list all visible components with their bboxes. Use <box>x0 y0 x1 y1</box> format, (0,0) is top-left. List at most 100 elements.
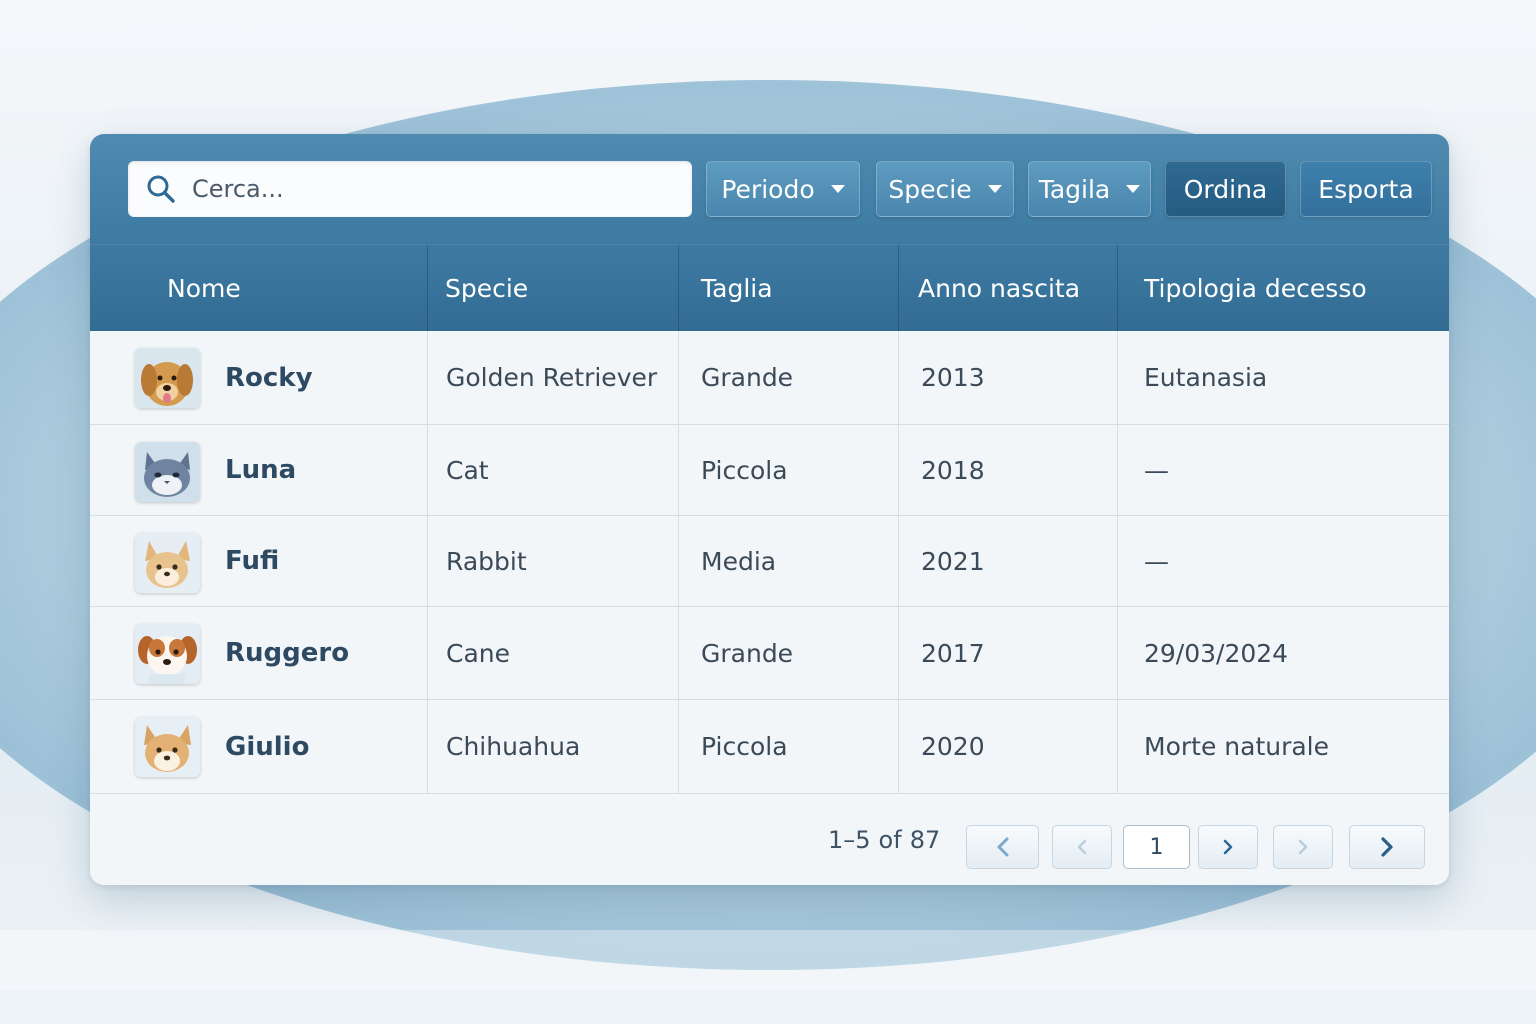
pet-death-type: — <box>1144 455 1169 485</box>
golden-retriever-avatar <box>135 348 200 408</box>
page-number-button[interactable]: 1 <box>1123 825 1190 869</box>
pet-birth-year: 2020 <box>921 732 985 761</box>
pet-species: Cane <box>446 638 511 668</box>
pet-size: Piccola <box>701 732 788 761</box>
column-divider <box>898 245 899 332</box>
filter-taglia-dropdown[interactable]: Tagila <box>1028 161 1151 217</box>
column-divider <box>1117 425 1118 515</box>
sort-button-label: Ordina <box>1183 174 1268 204</box>
pet-size: Media <box>701 546 777 576</box>
column-divider <box>427 700 428 793</box>
pet-death-type: Morte naturale <box>1144 732 1330 761</box>
range-of: of <box>878 825 902 854</box>
column-header-taglia[interactable]: Taglia <box>701 245 773 332</box>
cat-avatar <box>135 442 200 502</box>
pet-name[interactable]: Rocky <box>225 331 313 424</box>
pet-records-panel: Periodo Specie Tagila Ordina Esporta Nom… <box>90 134 1449 885</box>
pet-species: Rabbit <box>446 546 527 576</box>
column-divider <box>678 331 679 424</box>
column-divider <box>1117 516 1118 606</box>
column-divider <box>1117 700 1118 793</box>
corgi-avatar <box>135 717 200 777</box>
pet-species: Cat <box>446 455 489 485</box>
column-header-anno-nascita[interactable]: Anno nascita <box>918 245 1080 332</box>
table-row[interactable]: Fufi Rabbit Media 2021 — <box>90 516 1449 607</box>
pet-species: Golden Retriever <box>446 363 658 392</box>
pet-birth-year: 2013 <box>921 363 985 392</box>
range-prefix: 1–5 <box>828 825 871 854</box>
search-box[interactable] <box>128 161 692 217</box>
next-page-button[interactable] <box>1198 825 1258 869</box>
table-row[interactable]: Giulio Chihuahua Piccola 2020 Morte natu… <box>90 700 1449 794</box>
pet-death-type: 29/03/2024 <box>1144 638 1289 668</box>
pagination-bar: 1–5 of 87 1 <box>90 794 1449 885</box>
chevron-down-icon <box>830 185 845 193</box>
pet-name[interactable]: Ruggero <box>225 607 349 699</box>
pet-birth-year: 2018 <box>921 455 985 485</box>
pet-species: Chihuahua <box>446 732 581 761</box>
chevron-right-icon <box>1381 837 1393 857</box>
pet-name[interactable]: Giulio <box>225 700 309 793</box>
column-header-specie[interactable]: Specie <box>445 245 528 332</box>
table-header: Nome Specie Taglia Anno nascita Tipologi… <box>90 244 1449 332</box>
column-divider <box>678 607 679 699</box>
pet-death-type: Eutanasia <box>1144 363 1268 392</box>
pet-size: Grande <box>701 638 794 668</box>
skip-page-button[interactable] <box>1273 825 1333 869</box>
chevron-left-icon <box>997 837 1008 857</box>
column-header-nome[interactable]: Nome <box>167 245 241 332</box>
column-header-tipologia-decesso[interactable]: Tipologia decesso <box>1144 245 1367 332</box>
chevron-left-icon <box>1077 839 1087 855</box>
pet-birth-year: 2017 <box>921 638 985 668</box>
column-divider <box>1117 331 1118 424</box>
column-divider <box>427 331 428 424</box>
column-divider <box>898 607 899 699</box>
last-page-button[interactable] <box>1349 825 1425 869</box>
filter-specie-dropdown[interactable]: Specie <box>876 161 1014 217</box>
filter-taglia-label: Tagila <box>1038 174 1111 204</box>
table-row[interactable]: Rocky Golden Retriever Grande 2013 Eutan… <box>90 331 1449 425</box>
chevron-down-icon <box>1126 185 1141 193</box>
chevron-right-icon <box>1223 839 1233 855</box>
toolbar: Periodo Specie Tagila Ordina Esporta <box>90 134 1449 244</box>
pet-birth-year: 2021 <box>921 546 985 576</box>
column-divider <box>678 516 679 606</box>
previous-page-button[interactable] <box>1052 825 1112 869</box>
dog-avatar <box>135 624 200 684</box>
column-divider <box>678 425 679 515</box>
sort-button[interactable]: Ordina <box>1165 161 1286 217</box>
column-divider <box>678 700 679 793</box>
filter-periodo-label: Periodo <box>721 174 815 204</box>
column-divider <box>1117 245 1118 332</box>
column-divider <box>427 245 428 332</box>
table-row[interactable]: Luna Cat Piccola 2018 — <box>90 425 1449 516</box>
column-divider <box>898 331 899 424</box>
table-row[interactable]: Ruggero Cane Grande 2017 29/03/2024 <box>90 607 1449 700</box>
filter-periodo-dropdown[interactable]: Periodo <box>706 161 860 217</box>
pet-size: Piccola <box>701 455 788 485</box>
first-page-button[interactable] <box>966 825 1039 869</box>
column-divider <box>898 700 899 793</box>
filter-specie-label: Specie <box>888 174 972 204</box>
search-icon <box>144 172 178 206</box>
column-divider <box>678 245 679 332</box>
column-divider <box>427 607 428 699</box>
chevron-right-icon <box>1298 839 1308 855</box>
chevron-down-icon <box>987 185 1002 193</box>
column-divider <box>898 516 899 606</box>
pet-name[interactable]: Fufi <box>225 516 279 606</box>
pet-size: Grande <box>701 363 794 392</box>
fox-avatar <box>135 533 200 593</box>
pet-death-type: — <box>1144 546 1169 576</box>
column-divider <box>427 425 428 515</box>
column-divider <box>427 516 428 606</box>
column-divider <box>1117 607 1118 699</box>
column-divider <box>898 425 899 515</box>
pet-name[interactable]: Luna <box>225 425 296 515</box>
background-band <box>0 930 1536 990</box>
pagination-range: 1–5 of 87 <box>828 794 940 885</box>
export-button[interactable]: Esporta <box>1300 161 1432 217</box>
range-total: 87 <box>909 825 941 854</box>
search-input[interactable] <box>192 175 672 203</box>
current-page-label: 1 <box>1149 834 1164 860</box>
